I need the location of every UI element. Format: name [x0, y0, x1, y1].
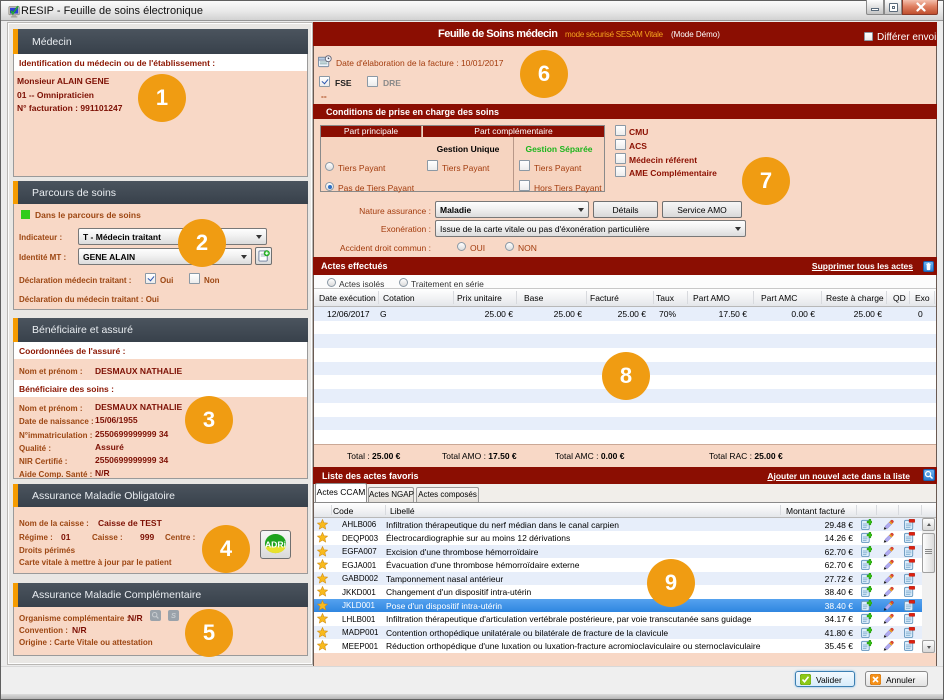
- svg-text:ADRi: ADRi: [265, 539, 286, 549]
